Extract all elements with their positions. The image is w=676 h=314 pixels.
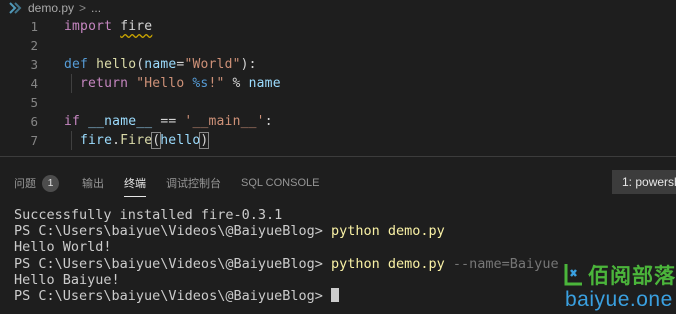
tab-output[interactable]: 输出 [82,174,104,192]
line-number: 1 [30,19,38,34]
code-token: name [248,76,281,91]
terminal-line: Hello World! [14,239,112,256]
code-line[interactable]: 4 return "Hello %s!" % name [0,74,676,93]
code-token: import [64,19,113,34]
code-token: fire [80,133,113,148]
code-token: "World" [184,57,241,72]
line-number: 5 [30,95,38,110]
python-file-icon [9,2,22,14]
breadcrumb: demo.py > ... [0,0,676,16]
line-number: 7 [30,133,38,148]
code-token: "Hello [136,76,193,91]
terminal-prompt: PS C:\Users\baiyue\Videos\@BaiyueBlog> [14,223,331,240]
terminal-line: Successfully installed fire-0.3.1 [14,207,283,223]
code-line[interactable]: 3 def hello(name="World"): [0,55,676,74]
tab-sql-console-label: SQL CONSOLE [241,177,320,189]
code-line[interactable]: 5 [0,93,676,112]
code-token: == [152,114,185,129]
code-token: % [224,76,249,91]
code-token: def [64,57,89,72]
terminal-line: PS C:\Users\baiyue\Videos\@BaiyueBlog> p… [14,223,674,239]
tab-problems-label: 问题 [14,178,36,190]
code-token: return [80,76,129,91]
terminal-prompt: PS C:\Users\baiyue\Videos\@BaiyueBlog> [14,255,331,272]
code-text: if __name__ == '__main__': [64,114,273,129]
code-text: return "Hello %s!" % name [80,76,281,91]
breadcrumb-symbol[interactable]: ... [91,1,101,15]
watermark: 佰阅部落 baiyue.one [562,258,676,314]
line-number: 6 [30,114,38,129]
watermark-en: baiyue.one [565,288,673,311]
code-token: . [112,133,121,148]
code-token: %s [192,76,209,91]
code-token: fire [120,19,153,34]
code-token: : [264,114,273,129]
problems-count-badge: 1 [42,174,59,192]
line-number: 3 [30,57,38,72]
code-token: ) [199,132,210,149]
terminal-command-arg: --name=Baiyue [444,255,559,272]
code-editor[interactable]: 1 import fire 2 3 def hello(name="World"): 4 r… [0,16,676,156]
code-token: __name__ [88,114,153,129]
code-text: fire.Fire(hello) [80,132,210,149]
code-line[interactable]: 2 [0,36,676,55]
panel-divider [0,156,676,157]
code-line[interactable]: 7 fire.Fire(hello) [0,131,676,150]
terminal-command: python demo.py [330,223,445,240]
tab-terminal[interactable]: 终端 [124,174,146,197]
watermark-cn: 佰阅部落 [588,264,676,288]
terminal-prompt: PS C:\Users\baiyue\Videos\@BaiyueBlog> [14,287,331,304]
code-token: '__main__' [184,114,265,129]
code-line[interactable]: 6 if __name__ == '__main__': [0,112,676,131]
tab-debug-console-label: 调试控制台 [166,178,221,190]
code-token: ): [240,57,257,72]
tab-problems[interactable]: 问题 1 [14,174,59,192]
code-token: Fire [120,133,153,148]
line-number: 4 [30,76,38,91]
tab-sql-console[interactable]: SQL CONSOLE [241,174,319,192]
baiyue-logo-icon [564,264,582,286]
terminal-cursor [330,287,339,302]
terminal-command: python demo.py [330,255,445,272]
breadcrumb-separator: > [79,1,87,15]
code-token: !" [208,76,225,91]
terminal-select[interactable]: 1: powershell [612,170,676,194]
code-token: hello [160,133,201,148]
code-token: name [144,57,177,72]
code-token: hello [96,57,137,72]
code-token: if [64,114,81,129]
tab-output-label: 输出 [82,178,104,190]
code-line[interactable]: 1 import fire [0,17,676,36]
panel-tabs: 问题 1 输出 终端 调试控制台 SQL CONSOLE [0,166,676,198]
line-number: 2 [30,38,38,53]
tab-debug-console[interactable]: 调试控制台 [166,174,221,192]
code-text: import fire [64,19,152,34]
code-text: def hello(name="World"): [64,57,257,72]
tab-terminal-label: 终端 [124,178,146,190]
breadcrumb-file[interactable]: demo.py [28,1,74,15]
